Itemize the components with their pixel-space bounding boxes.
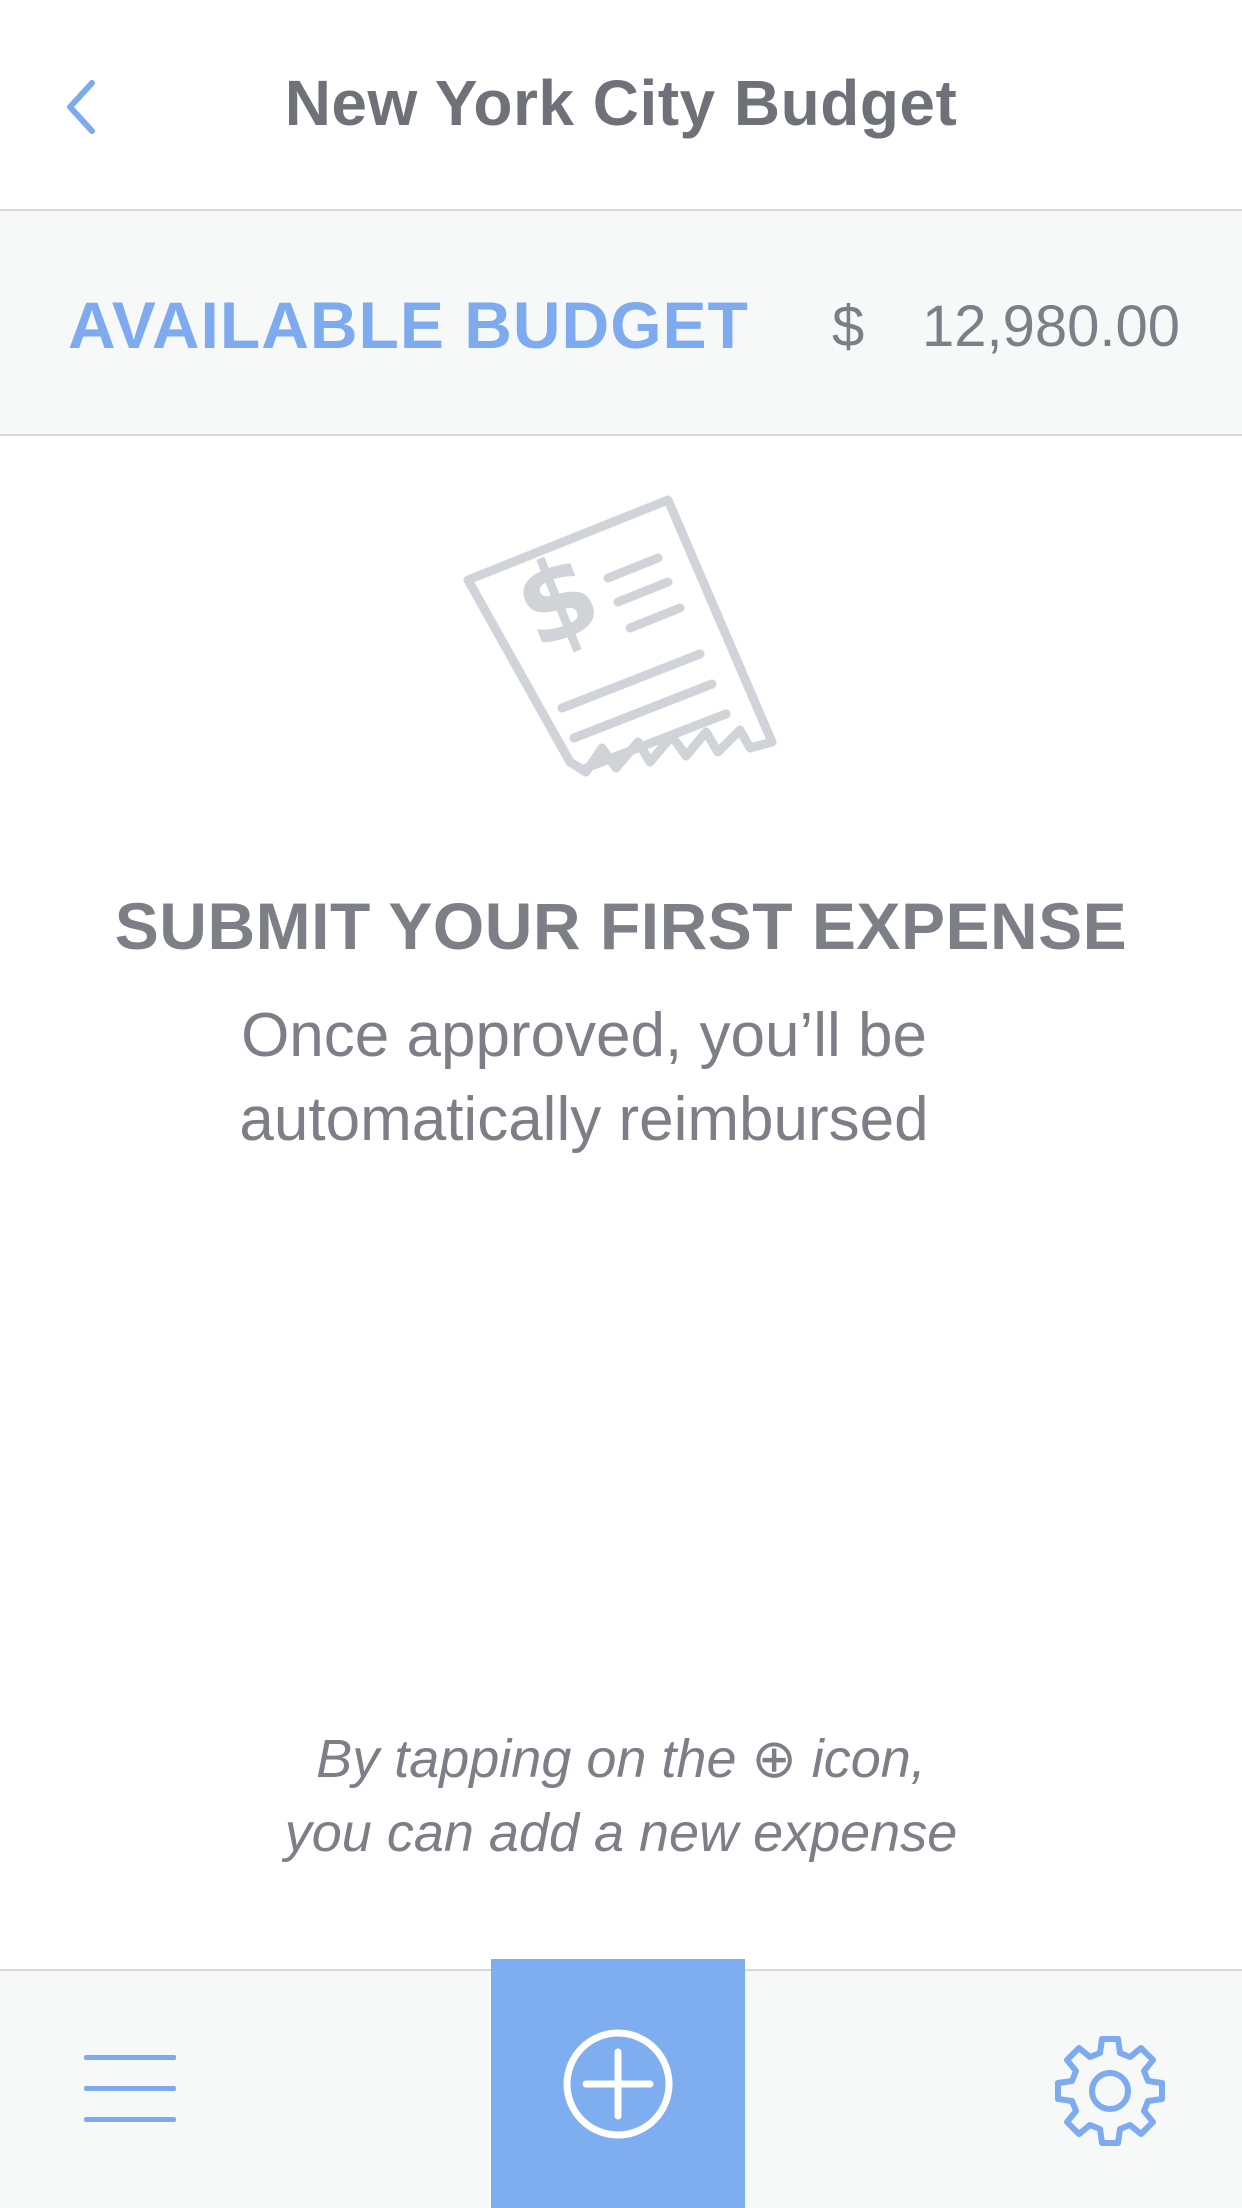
hint-line: you can add a new expense [284, 1803, 958, 1863]
empty-state-subtitle-line: automatically reimbursed [239, 1085, 929, 1154]
budget-currency-symbol: $ [832, 294, 865, 359]
receipt-dollar-icon: $ [463, 495, 777, 777]
hint-line: By tapping on the ⊕ icon, [316, 1729, 926, 1789]
svg-text:$: $ [498, 527, 617, 674]
available-budget-bar: AVAILABLE BUDGET $ 12,980.00 [0, 211, 1242, 436]
nav-header: New York City Budget [0, 0, 1242, 211]
settings-button[interactable] [1052, 2033, 1168, 2149]
empty-state-title: SUBMIT YOUR FIRST EXPENSE [114, 889, 1128, 963]
menu-button[interactable] [84, 2051, 176, 2131]
hamburger-menu-icon [84, 2051, 176, 2131]
empty-state-subtitle: Once approved, you’ll be automatically r… [0, 994, 1168, 1162]
add-expense-hint: By tapping on the ⊕ icon, you can add a … [0, 1722, 1242, 1870]
empty-state-subtitle-line: Once approved, you’ll be [241, 1001, 927, 1070]
plus-circle-icon [563, 2029, 673, 2138]
page-title: New York City Budget [284, 67, 958, 139]
gear-icon [1055, 2036, 1165, 2146]
available-budget-label: AVAILABLE BUDGET [68, 288, 749, 362]
budget-amount: 12,980.00 [921, 294, 1180, 359]
add-expense-button[interactable] [491, 1959, 745, 2208]
